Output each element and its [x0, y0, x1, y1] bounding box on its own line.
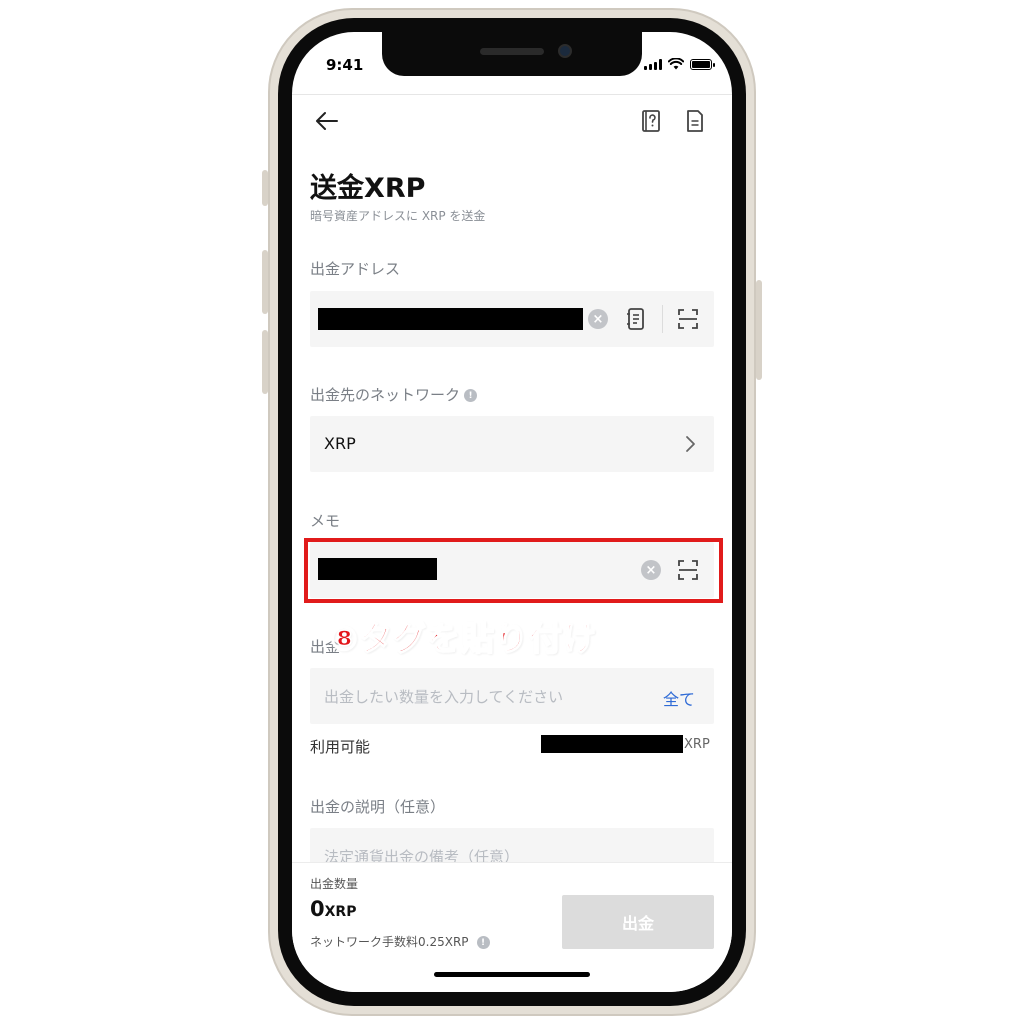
- withdraw-qty-label: 出金数量: [310, 877, 359, 891]
- notch: [382, 32, 642, 76]
- volume-up-button: [262, 250, 268, 314]
- screen: 9:41 送金XRP 暗号資産アドレスに XRP を送金 出金アドレス × 出金…: [292, 32, 732, 992]
- description-label: 出金の説明（任意）: [310, 798, 446, 816]
- network-value: XRP: [324, 434, 356, 453]
- speaker: [480, 48, 544, 55]
- history-button[interactable]: [682, 108, 708, 134]
- fee-info-icon[interactable]: !: [476, 936, 490, 949]
- memo-label: メモ: [310, 512, 341, 530]
- amount-input[interactable]: 出金したい数量を入力してください 全て: [310, 668, 714, 724]
- amount-placeholder: 出金したい数量を入力してください: [324, 688, 564, 706]
- clear-address-icon[interactable]: ×: [588, 309, 608, 329]
- address-label: 出金アドレス: [310, 260, 401, 278]
- scan-icon[interactable]: [676, 307, 700, 331]
- signal-icon: [644, 58, 662, 70]
- address-book-icon[interactable]: [626, 307, 646, 331]
- help-book-icon: [642, 110, 660, 132]
- annotation-text: ⑧タグを貼り付け: [329, 618, 597, 659]
- network-label: 出金先のネットワーク!: [310, 384, 478, 405]
- status-time: 9:41: [326, 56, 364, 74]
- page-subtitle: 暗号資産アドレスに XRP を送金: [310, 209, 486, 223]
- fee-text: ネットワーク手数料0.25XRP: [310, 935, 469, 949]
- withdraw-qty: 0XRP: [310, 897, 356, 921]
- page-title: 送金XRP: [310, 173, 426, 204]
- chevron-right-icon: [686, 436, 695, 452]
- back-button[interactable]: [314, 108, 340, 134]
- mute-switch: [262, 170, 268, 206]
- address-redacted: [318, 308, 583, 330]
- battery-icon: [690, 58, 715, 70]
- available-unit: XRP: [684, 737, 710, 752]
- help-button[interactable]: [638, 108, 664, 134]
- memo-highlight-box: [304, 538, 723, 603]
- document-icon: [687, 110, 703, 132]
- network-label-text: 出金先のネットワーク: [310, 386, 461, 404]
- available-redacted: [541, 735, 683, 753]
- withdraw-qty-unit: XRP: [324, 904, 357, 920]
- available-label: 利用可能: [310, 738, 371, 756]
- status-divider: [292, 94, 732, 95]
- arrow-left-icon: [316, 112, 338, 130]
- fee-info: ネットワーク手数料0.25XRP!: [310, 933, 490, 950]
- field-divider: [662, 305, 663, 333]
- info-icon[interactable]: !: [464, 389, 478, 402]
- wifi-icon: [668, 58, 684, 70]
- volume-down-button: [262, 330, 268, 394]
- withdraw-qty-value: 0: [310, 897, 325, 921]
- status-icons: [644, 58, 715, 70]
- home-indicator: [434, 972, 590, 977]
- camera: [558, 44, 572, 58]
- power-button: [756, 280, 762, 380]
- all-button[interactable]: 全て: [663, 686, 695, 710]
- address-input[interactable]: ×: [310, 291, 714, 347]
- network-selector[interactable]: XRP: [310, 416, 714, 472]
- withdraw-button[interactable]: 出金: [562, 895, 714, 949]
